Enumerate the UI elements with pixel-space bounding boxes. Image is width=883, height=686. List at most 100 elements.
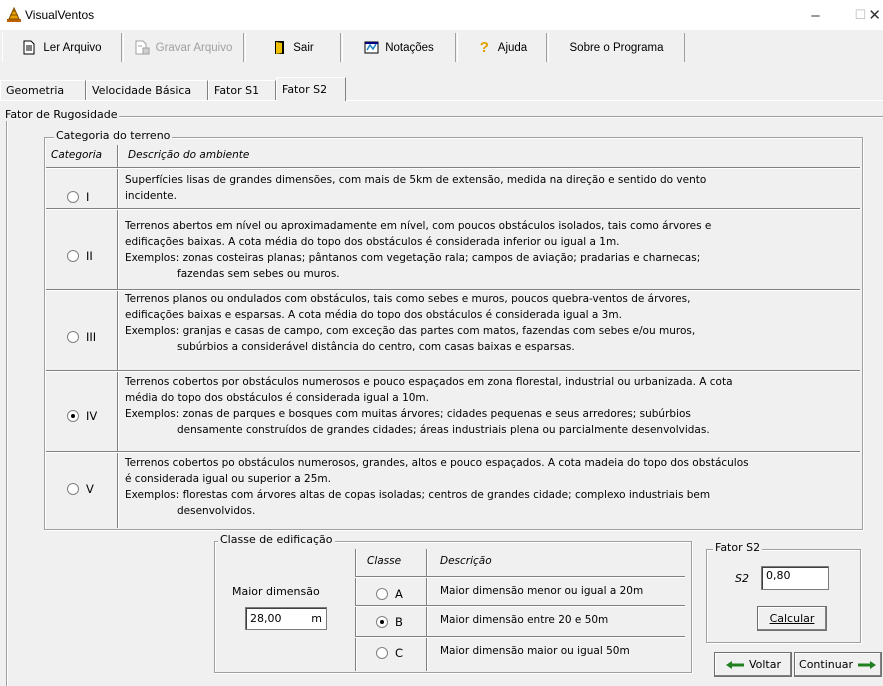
category-iii-radio[interactable]: III [67, 330, 96, 344]
desc-line: média do topo dos obstáculos é considera… [125, 392, 429, 404]
tab-fator-s1[interactable]: Fator S1 [208, 80, 276, 100]
open-file-button[interactable]: Ler Arquivo [2, 33, 122, 62]
row-divider [46, 370, 860, 372]
help-label: Ajuda [497, 41, 528, 54]
close-button[interactable]: ✕ [863, 0, 883, 30]
tab-label: Velocidade Básica [92, 84, 192, 97]
category-iv-radio[interactable]: IV [67, 409, 97, 423]
header-class: Classe [367, 555, 402, 567]
building-class-table: Classe Descrição A Maior dimensão menor … [355, 549, 685, 671]
document-icon [23, 40, 35, 55]
exit-label: Sair [293, 41, 314, 54]
app-icon [7, 7, 21, 22]
tab-velocidade-basica[interactable]: Velocidade Básica [86, 80, 208, 100]
exit-button[interactable]: Sair [245, 33, 341, 62]
continue-button[interactable]: Continuar [794, 652, 882, 677]
header-class-description: Descrição [440, 555, 492, 567]
column-divider [426, 549, 428, 671]
row-divider [355, 576, 685, 578]
terrain-table: Categoria Descrição do ambiente I Superf… [46, 145, 860, 528]
row-divider [355, 636, 685, 638]
tab-fator-s2[interactable]: Fator S2 [276, 77, 346, 101]
class-b-description: Maior dimensão entre 20 e 50m [440, 614, 609, 626]
class-label: B [395, 615, 403, 629]
radio-indicator [67, 331, 79, 343]
tabs-baseline [0, 100, 883, 101]
class-c-radio[interactable]: C [376, 646, 403, 660]
desc-line: Terrenos planos ou ondulados com obstácu… [125, 293, 691, 305]
desc-line: fazendas sem sebes ou muros. [177, 268, 340, 280]
header-category: Categoria [51, 149, 103, 161]
category-label: I [86, 190, 90, 204]
column-divider [355, 549, 357, 671]
s2-value: 0,80 [766, 569, 791, 582]
category-ii-description: Terrenos abertos em nível ou aproximadam… [125, 218, 711, 282]
back-label: Voltar [748, 658, 782, 671]
tab-label: Fator S1 [214, 84, 260, 97]
calculate-label: Calcular [769, 612, 815, 625]
back-button[interactable]: Voltar [714, 652, 792, 677]
desc-line: Terrenos abertos em nível ou aproximadam… [125, 220, 712, 232]
radio-indicator [376, 647, 388, 659]
category-label: III [86, 330, 97, 344]
category-iii-description: Terrenos planos ou ondulados com obstácu… [125, 291, 695, 355]
s2-label: S2 [735, 572, 749, 585]
class-b-radio[interactable]: B [376, 615, 403, 629]
title-bar: VisualVentos – ☐ ✕ [0, 0, 883, 30]
notations-icon [364, 41, 379, 54]
factor-s2-group-label: Fator S2 [713, 541, 763, 554]
desc-line: subúrbios a considerável distância do ce… [177, 341, 575, 353]
question-icon: ? [479, 39, 489, 56]
notations-label: Notações [385, 41, 434, 54]
radio-indicator [67, 250, 79, 262]
save-file-label: Gravar Arquivo [155, 41, 233, 54]
max-dimension-unit: m [311, 612, 322, 625]
desc-line: incidente. [125, 190, 177, 202]
tab-label: Geometria [6, 84, 65, 97]
header-description: Descrição do ambiente [128, 149, 250, 161]
tab-label: Fator S2 [282, 83, 328, 96]
row-divider [46, 208, 860, 210]
desc-line: Terrenos cobertos po obstáculos numeroso… [125, 457, 749, 469]
notations-button[interactable]: Notações [342, 33, 456, 62]
help-button[interactable]: ? Ajuda [457, 33, 547, 62]
save-document-icon [135, 40, 150, 55]
arrow-right-icon [857, 660, 876, 669]
roughness-group-label: Fator de Rugosidade [3, 108, 120, 121]
tab-geometria[interactable]: Geometria [0, 80, 86, 100]
category-i-description: Superfícies lisas de grandes dimensões, … [125, 172, 706, 204]
category-iv-description: Terrenos cobertos por obstáculos numeros… [125, 374, 733, 438]
class-label: C [395, 646, 404, 660]
building-class-group-label: Classe de edificação [218, 533, 335, 546]
row-divider [46, 451, 860, 453]
desc-line: densamente construídos de grandes cidade… [177, 424, 710, 436]
category-i-radio[interactable]: I [67, 190, 89, 204]
class-a-radio[interactable]: A [376, 587, 403, 601]
s2-value-field[interactable]: 0,80 [761, 566, 829, 590]
about-button[interactable]: Sobre o Programa [548, 33, 685, 62]
about-label: Sobre o Programa [569, 41, 664, 54]
category-label: V [86, 482, 94, 496]
class-label: A [395, 587, 403, 601]
save-file-button[interactable]: Gravar Arquivo [123, 33, 244, 62]
max-dimension-field[interactable]: 28,00 m [245, 607, 327, 630]
desc-line: Superfícies lisas de grandes dimensões, … [125, 174, 707, 186]
radio-indicator [67, 483, 79, 495]
category-ii-radio[interactable]: II [67, 249, 93, 263]
category-v-radio[interactable]: V [67, 482, 94, 496]
desc-line: edificações baixas. A cota média do topo… [125, 236, 620, 248]
max-dimension-value: 28,00 [250, 612, 282, 625]
continue-label: Continuar [799, 658, 853, 671]
row-divider [355, 605, 685, 607]
desc-line: Exemplos: granjas e casas de campo, com … [125, 325, 696, 337]
desc-line: Exemplos: zonas costeiras planas; pântan… [125, 252, 701, 264]
terrain-group-label: Categoria do terreno [54, 129, 173, 142]
toolbar: Ler Arquivo Gravar Arquivo Sair Notações… [0, 30, 883, 64]
radio-indicator [376, 616, 388, 628]
minimize-button[interactable]: – [793, 0, 838, 30]
class-a-description: Maior dimensão menor ou igual a 20m [440, 585, 644, 597]
desc-line: Exemplos: florestas com árvores altas de… [125, 489, 711, 501]
arrow-left-icon [725, 660, 744, 669]
calculate-button[interactable]: Calcular [757, 606, 827, 631]
desc-line: Terrenos cobertos por obstáculos numeros… [125, 376, 733, 388]
